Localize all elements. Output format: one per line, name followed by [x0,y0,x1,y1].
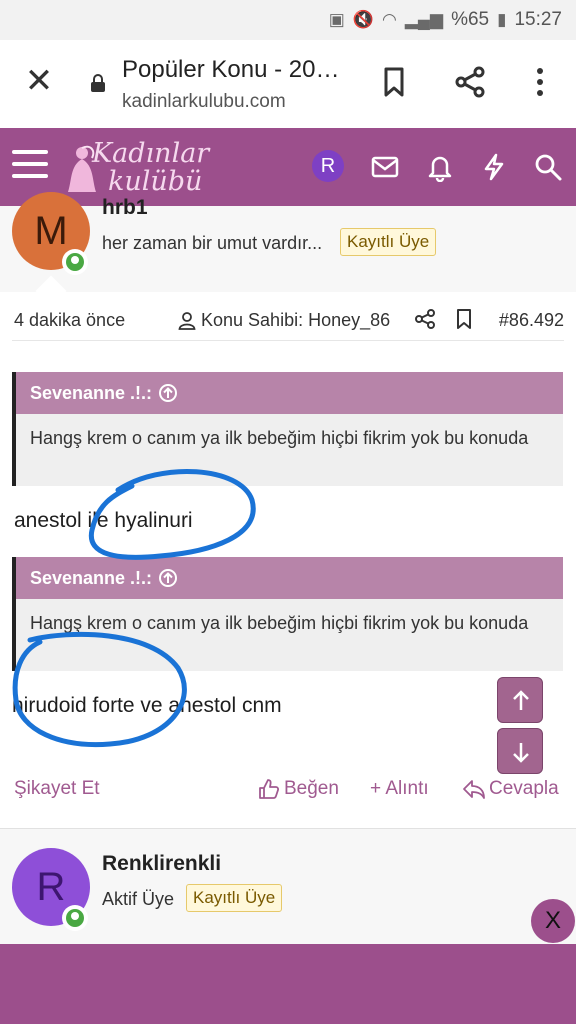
quote-author: Sevenanne .!.: [30,382,153,403]
share-post-icon[interactable] [414,308,436,330]
signal-icon: ▂▄▆ [404,10,444,29]
reply-label: Cevapla [489,778,559,799]
arrow-up-circle-icon[interactable] [158,568,178,588]
status-bar: ▣ 🔇 ◠ ▂▄▆ %65 ▮ 15:27 [0,0,576,40]
quote-header[interactable]: Sevenanne .!.: [16,372,563,414]
thumbs-up-icon [259,779,280,799]
logo-text-line1: Kadınlar [92,138,210,169]
scroll-up-button[interactable] [497,677,543,723]
close-tab-button[interactable]: ✕ [22,64,56,98]
clock: 15:27 [514,9,562,30]
post-meta: 4 dakika önce Konu Sahibi: Honey_86 #86.… [0,300,576,340]
user-icon [178,311,196,330]
battery-level: %65 [451,9,490,30]
author-name[interactable]: hrb1 [102,196,148,220]
notification-icon: ▣ [328,10,345,29]
member-badge: Kayıtlı Üye [340,228,437,256]
url-text[interactable]: kadinlarkulubu.com [122,91,286,113]
mute-icon: 🔇 [352,10,375,29]
reply-text: hirudoid forte ve anestol cnm [12,694,282,717]
quote-button[interactable]: + Alıntı [370,778,429,800]
bookmark-post-icon[interactable] [454,308,474,330]
thread-owner-label: Konu Sahibi: Honey_86 [178,310,390,331]
quote-header[interactable]: Sevenanne .!.: [16,557,563,599]
logo-text-line2: kulübü [108,166,203,197]
battery-icon: ▮ [497,10,507,29]
author-title: Aktif Üye [102,889,175,909]
reply-button[interactable]: Cevapla [462,778,559,800]
member-badge: Kayıtlı Üye [186,884,283,912]
browser-toolbar: ✕ Popüler Konu - 20… kadinlarkulubu.com [0,40,576,128]
online-status-icon [62,249,88,275]
author-title: her zaman bir umut vardır... [102,233,323,253]
bookmark-icon[interactable] [376,64,412,100]
inbox-icon[interactable] [370,152,400,182]
reply-text: anestol ile hyalinuri [14,509,193,532]
wifi-icon: ◠ [382,10,397,29]
quote-author: Sevenanne .!.: [30,567,153,588]
arrow-up-circle-icon[interactable] [158,383,178,403]
online-status-icon [62,905,88,931]
post-number[interactable]: #86.492 [499,310,564,331]
author-name[interactable]: Renklirenkli [102,852,221,876]
post-time[interactable]: 4 dakika önce [14,310,125,331]
close-overlay-button[interactable]: X [531,899,575,943]
quote-text: Hangş krem o canım ya ilk bebeğim hiçbi … [30,613,529,633]
reply-icon [463,780,485,799]
divider [12,340,564,341]
like-button[interactable]: Beğen [258,778,339,800]
bottom-ad-bar [0,944,576,1024]
report-link[interactable]: Şikayet Et [14,778,100,800]
bell-icon[interactable] [425,152,455,182]
thread-owner-text: Konu Sahibi: Honey_86 [201,310,391,330]
post-actions: Şikayet Et Beğen + Alıntı Cevapla [0,772,576,808]
hamburger-menu-button[interactable] [12,150,48,184]
scroll-down-button[interactable] [497,728,543,774]
user-avatar[interactable]: R [312,150,344,182]
more-options-icon[interactable] [522,64,558,100]
lightning-icon[interactable] [479,152,509,182]
page-title[interactable]: Popüler Konu - 20… [122,56,339,84]
search-icon[interactable] [533,152,563,182]
quote-block: Sevenanne .!.: Hangş krem o canım ya ilk… [12,372,563,486]
share-icon[interactable] [452,64,488,100]
lock-icon [91,74,105,92]
arrow-up-icon [513,690,529,710]
quote-text: Hangş krem o canım ya ilk bebeğim hiçbi … [30,428,529,448]
site-logo[interactable]: Kadınlar kulübü [62,136,222,198]
arrow-down-icon [513,743,529,763]
quote-block: Sevenanne .!.: Hangş krem o canım ya ilk… [12,557,563,671]
like-label: Beğen [284,778,339,799]
